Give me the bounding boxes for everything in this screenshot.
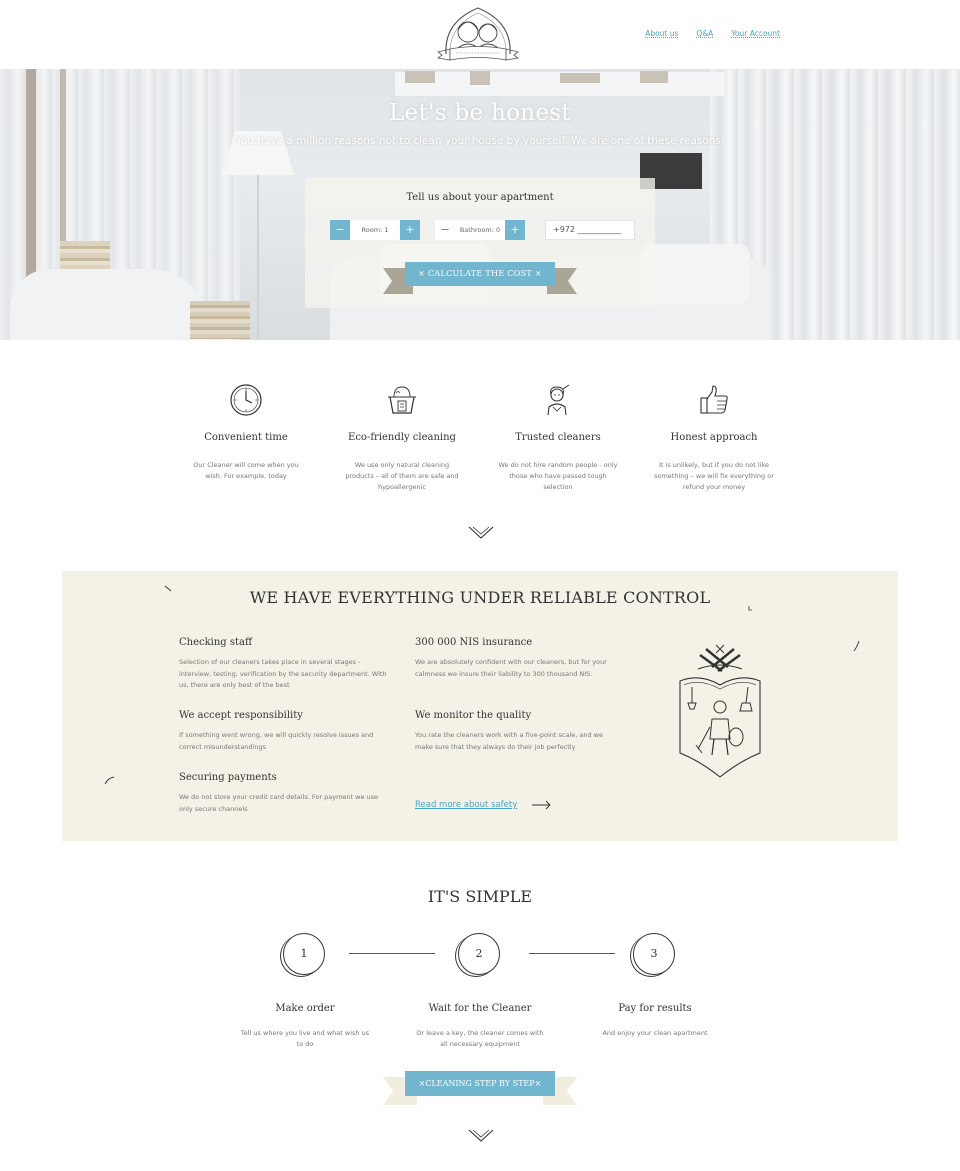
- control-item-title: We accept responsibility: [179, 710, 303, 721]
- feature-trusted-cleaners: Trusted cleaners We do not hire random p…: [480, 380, 636, 493]
- room-minus-button[interactable]: −: [330, 220, 350, 240]
- hero-shelf-item: [405, 71, 435, 83]
- control-item-insurance: 300 000 NIS insurance We are absolutely …: [415, 637, 615, 680]
- hero-title: Let's be honest: [389, 100, 571, 126]
- feature-title: Eco-friendly cleaning: [348, 432, 456, 443]
- chevron-down-icon[interactable]: [468, 526, 494, 540]
- cleaner-woman-icon: [547, 384, 570, 416]
- eco-bucket-icon: [388, 386, 416, 414]
- features-row: Convenient time Our Cleaner will come wh…: [168, 380, 792, 493]
- feature-convenient-time: Convenient time Our Cleaner will come wh…: [168, 380, 324, 493]
- step-number: 1: [300, 947, 308, 960]
- header: About us Q&A Your Account: [0, 0, 960, 69]
- bathroom-stepper: − Bathroom: 0 +: [435, 220, 525, 240]
- hero-chair: [10, 269, 210, 340]
- hero-cushion: [640, 244, 750, 304]
- hero-books: [190, 301, 250, 339]
- step-title: Make order: [275, 1003, 335, 1014]
- hero-lamp-pole: [257, 175, 259, 340]
- control-item-title: Checking staff: [179, 637, 253, 648]
- feature-eco-friendly: Eco-friendly cleaning We use only natura…: [324, 380, 480, 493]
- read-more-safety-link[interactable]: Read more about safety: [415, 800, 517, 810]
- calculator-title: Tell us about your apartment: [406, 192, 554, 203]
- step-make-order: 1 Make order Tell us where you live and …: [228, 933, 382, 1050]
- control-item-title: 300 000 NIS insurance: [415, 637, 533, 648]
- control-item-checking-staff: Checking staff Selection of our cleaners…: [179, 637, 389, 692]
- control-item-desc: You rate the cleaners work with a five-p…: [415, 731, 603, 751]
- chevron-down-icon[interactable]: [468, 1129, 494, 1143]
- control-item-quality: We monitor the quality You rate the clea…: [415, 710, 615, 753]
- room-stepper: − Room: 1 +: [330, 220, 420, 240]
- feature-desc: Our Cleaner will come when you wish. For…: [193, 461, 299, 480]
- feature-title: Trusted cleaners: [515, 432, 601, 443]
- nav-your-account[interactable]: Your Account: [731, 29, 780, 38]
- step-wait-cleaner: 2 Wait for the Cleaner Or leave a key, t…: [403, 933, 557, 1050]
- cleaning-step-by-step-button[interactable]: ×CLEANING STEP BY STEP×: [405, 1071, 555, 1096]
- nav-about-us[interactable]: About us: [645, 29, 678, 38]
- step-desc: Tell us where you live and what wish us …: [240, 1029, 370, 1048]
- bathroom-minus-button[interactable]: −: [435, 220, 455, 240]
- phone-input[interactable]: +972 ___________: [545, 220, 635, 240]
- step-title: Wait for the Cleaner: [428, 1003, 532, 1014]
- arrow-right-icon[interactable]: [532, 800, 552, 810]
- feature-desc: It is unlikely, but if you do not like s…: [654, 461, 774, 491]
- control-item-title: We monitor the quality: [415, 710, 532, 721]
- shield-cleaner-emblem-icon: [679, 644, 761, 778]
- hero-subtitle: You have a million reasons not to clean …: [235, 135, 725, 147]
- decorative-stroke: [748, 606, 752, 611]
- steps-row: 1 Make order Tell us where you live and …: [228, 933, 732, 1050]
- step-pay-results: 3 Pay for results And enjoy your clean a…: [578, 933, 732, 1050]
- control-item-payments: Securing payments We do not store your c…: [179, 772, 389, 815]
- decorative-stroke: [164, 585, 172, 592]
- control-item-responsibility: We accept responsibility If something we…: [179, 710, 389, 753]
- feature-honest-approach: Honest approach It is unlikely, but if y…: [636, 380, 792, 493]
- hero-shelf-item: [640, 71, 668, 83]
- simple-title: IT'S SIMPLE: [427, 887, 533, 906]
- step-desc: And enjoy your clean apartment: [602, 1029, 708, 1037]
- top-nav: About us Q&A Your Account: [645, 29, 780, 38]
- calculate-cost-button[interactable]: × CALCULATE THE COST ×: [405, 262, 555, 286]
- step-number: 2: [475, 947, 483, 960]
- control-item-title: Securing payments: [179, 772, 277, 783]
- decorative-stroke: [104, 776, 114, 785]
- step-desc: Or leave a key, the cleaner comes with a…: [416, 1029, 544, 1048]
- nav-qa[interactable]: Q&A: [696, 29, 713, 38]
- apartment-calculator: Tell us about your apartment − Room: 1 +…: [305, 178, 655, 308]
- control-item-desc: We do not store your credit card details…: [179, 793, 379, 813]
- feature-desc: We do not hire random people - only thos…: [498, 461, 618, 491]
- step-number: 3: [650, 947, 658, 960]
- decorative-stroke: [853, 641, 860, 651]
- control-item-desc: If something went wrong, we will quickly…: [179, 731, 374, 751]
- control-title: WE HAVE EVERYTHING UNDER RELIABLE CONTRO…: [249, 588, 711, 607]
- reliable-control-section: WE HAVE EVERYTHING UNDER RELIABLE CONTRO…: [62, 571, 898, 841]
- feature-desc: We use only natural cleaning products – …: [345, 461, 459, 491]
- bathroom-plus-button[interactable]: +: [505, 220, 525, 240]
- bathroom-value: Bathroom: 0: [455, 220, 505, 240]
- control-item-desc: Selection of our cleaners takes place in…: [179, 658, 387, 689]
- hero-shelf-item: [470, 71, 490, 85]
- step-title: Pay for results: [618, 1003, 692, 1014]
- room-plus-button[interactable]: +: [400, 220, 420, 240]
- feature-title: Honest approach: [670, 432, 758, 443]
- clock-icon: [230, 384, 262, 416]
- thumbs-up-icon: [700, 385, 728, 414]
- logo-icon[interactable]: [436, 2, 520, 64]
- room-value: Room: 1: [350, 220, 400, 240]
- control-item-desc: We are absolutely confident with our cle…: [415, 658, 607, 678]
- hero-shelf-item: [560, 73, 600, 83]
- feature-title: Convenient time: [204, 432, 288, 443]
